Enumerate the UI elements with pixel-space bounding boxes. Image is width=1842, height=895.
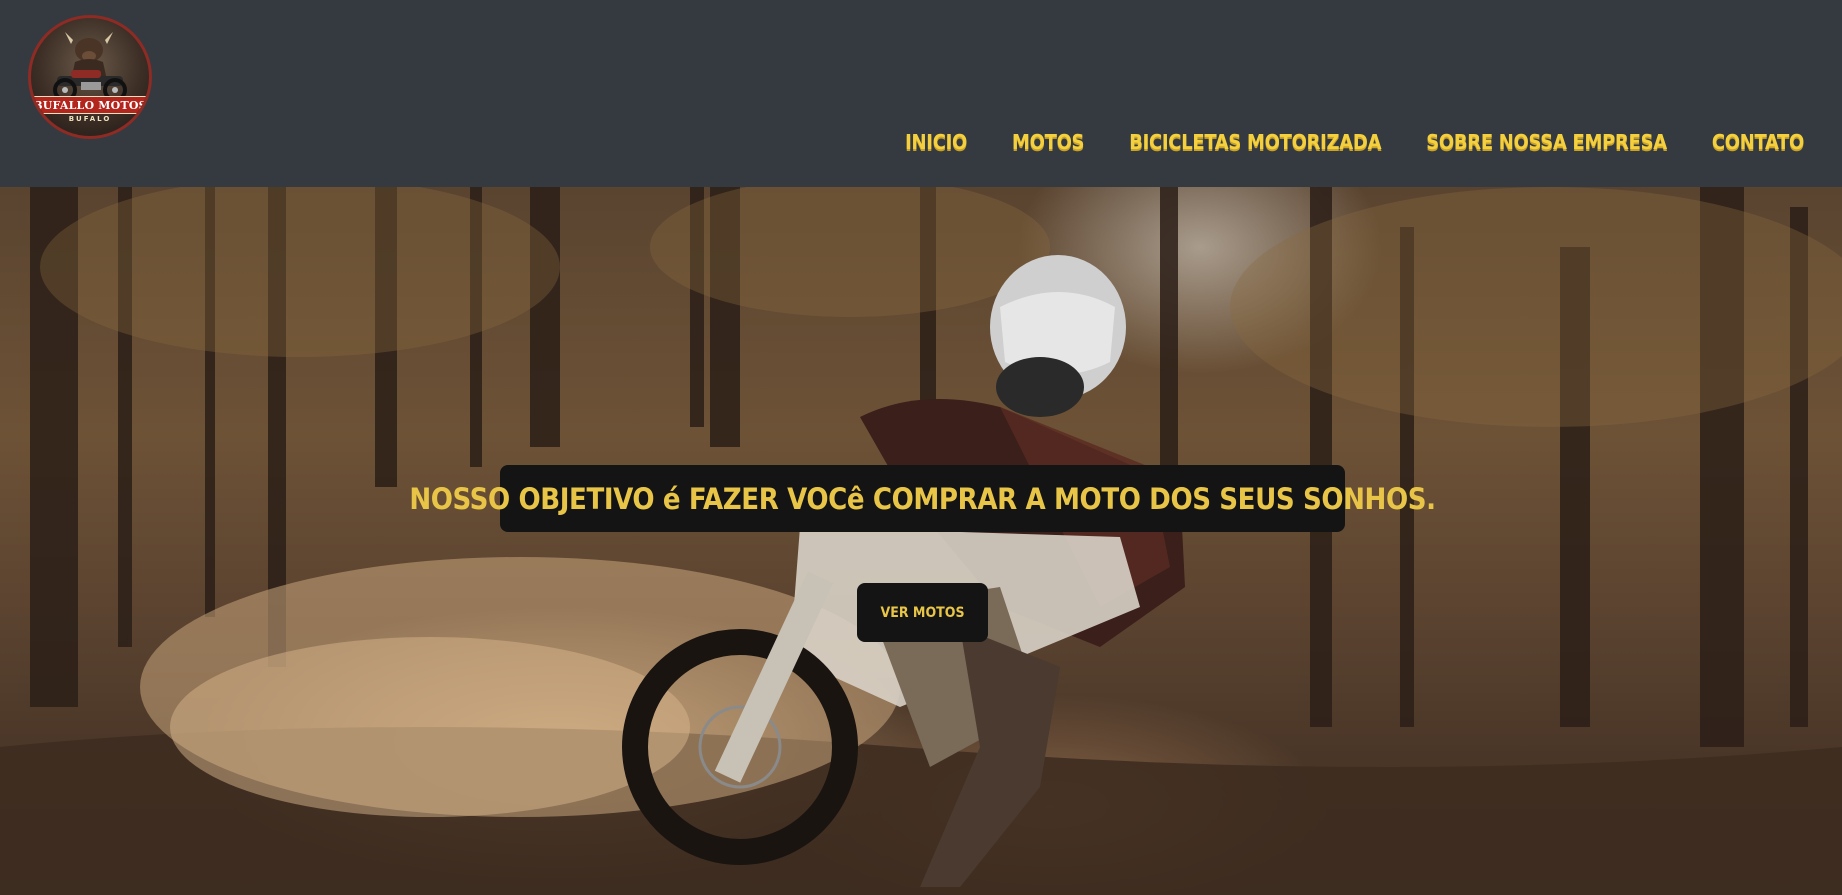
logo-subtext: BUFALO	[68, 115, 112, 123]
ver-motos-button[interactable]: VER MOTOS	[857, 583, 988, 642]
main-navigation: INICIO MOTOS BICICLETAS MOTORIZADA SOBRE…	[905, 130, 1804, 154]
logo-brand-text: BUFALLO MOTOS	[33, 96, 147, 114]
nav-item-inicio[interactable]: INICIO	[905, 130, 967, 154]
hero-background-image	[0, 187, 1842, 895]
brand-logo[interactable]: BUFALLO MOTOS BUFALO	[28, 15, 152, 139]
hero-headline: NOSSO OBJETIVO é FAZER VOCê COMPRAR A MO…	[409, 481, 1436, 516]
site-header: BUFALLO MOTOS BUFALO INICIO MOTOS BICICL…	[0, 0, 1842, 187]
nav-item-sobre-nossa-empresa[interactable]: SOBRE NOSSA EMPRESA	[1426, 130, 1667, 154]
nav-item-bicicletas-motorizada[interactable]: BICICLETAS MOTORIZADA	[1129, 130, 1381, 154]
hero-headline-box: NOSSO OBJETIVO é FAZER VOCê COMPRAR A MO…	[409, 465, 1436, 532]
nav-item-motos[interactable]: MOTOS	[1012, 130, 1085, 154]
hero-section: NOSSO OBJETIVO é FAZER VOCê COMPRAR A MO…	[0, 187, 1842, 895]
nav-item-contato[interactable]: CONTATO	[1712, 130, 1804, 154]
